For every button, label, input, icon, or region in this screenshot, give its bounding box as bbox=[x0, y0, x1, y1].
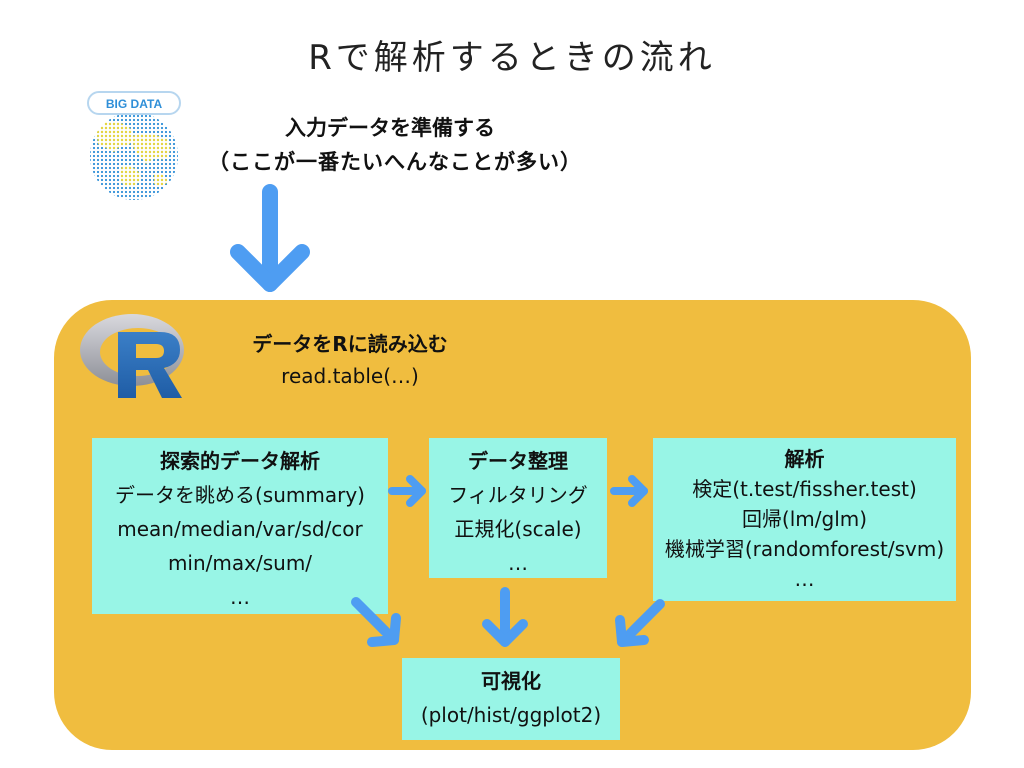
exploratory-analysis-line: データを眺める(summary) bbox=[115, 483, 365, 507]
big-data-badge-text: BIG DATA bbox=[106, 97, 163, 111]
big-data-globe-icon: BIG DATA bbox=[84, 86, 188, 206]
data-cleaning-line: フィルタリング bbox=[448, 483, 588, 507]
exploratory-analysis-line: … bbox=[230, 585, 250, 609]
analysis-box: 解析 検定(t.test/fissher.test) 回帰(lm/glm) 機械… bbox=[653, 438, 956, 601]
data-cleaning-box: データ整理 フィルタリング 正規化(scale) … bbox=[429, 438, 607, 578]
analysis-line: 検定(t.test/fissher.test) bbox=[692, 477, 917, 501]
page-title: Rで解析するときの流れ bbox=[308, 38, 716, 78]
visualization-line: (plot/hist/ggplot2) bbox=[420, 703, 602, 727]
analysis-line: 機械学習(randomforest/svm) bbox=[664, 537, 945, 561]
visualization-box: 可視化 (plot/hist/ggplot2) bbox=[402, 658, 620, 740]
data-cleaning-line: 正規化(scale) bbox=[454, 517, 582, 541]
analysis-line: 回帰(lm/glm) bbox=[741, 507, 868, 531]
analysis-line: … bbox=[794, 567, 815, 591]
prepare-data-heading: 入力データを準備する bbox=[285, 116, 495, 140]
data-cleaning-line: … bbox=[508, 551, 528, 575]
prepare-data-note: （ここが一番たいへんなことが多い） bbox=[208, 150, 582, 174]
data-cleaning-heading: データ整理 bbox=[468, 449, 568, 473]
read-table-function: read.table(…) bbox=[281, 364, 419, 388]
visualization-heading: 可視化 bbox=[481, 669, 541, 693]
exploratory-analysis-box: 探索的データ解析 データを眺める(summary) mean/median/va… bbox=[92, 438, 388, 614]
exploratory-analysis-line: mean/median/var/sd/cor bbox=[117, 517, 363, 541]
read-data-heading: データをRに読み込む bbox=[252, 332, 448, 356]
exploratory-analysis-heading: 探索的データ解析 bbox=[160, 449, 320, 473]
analysis-heading: 解析 bbox=[784, 447, 825, 471]
exploratory-analysis-line: min/max/sum/ bbox=[167, 551, 313, 575]
arrow-down-icon bbox=[230, 184, 310, 292]
r-logo-icon bbox=[78, 306, 190, 404]
